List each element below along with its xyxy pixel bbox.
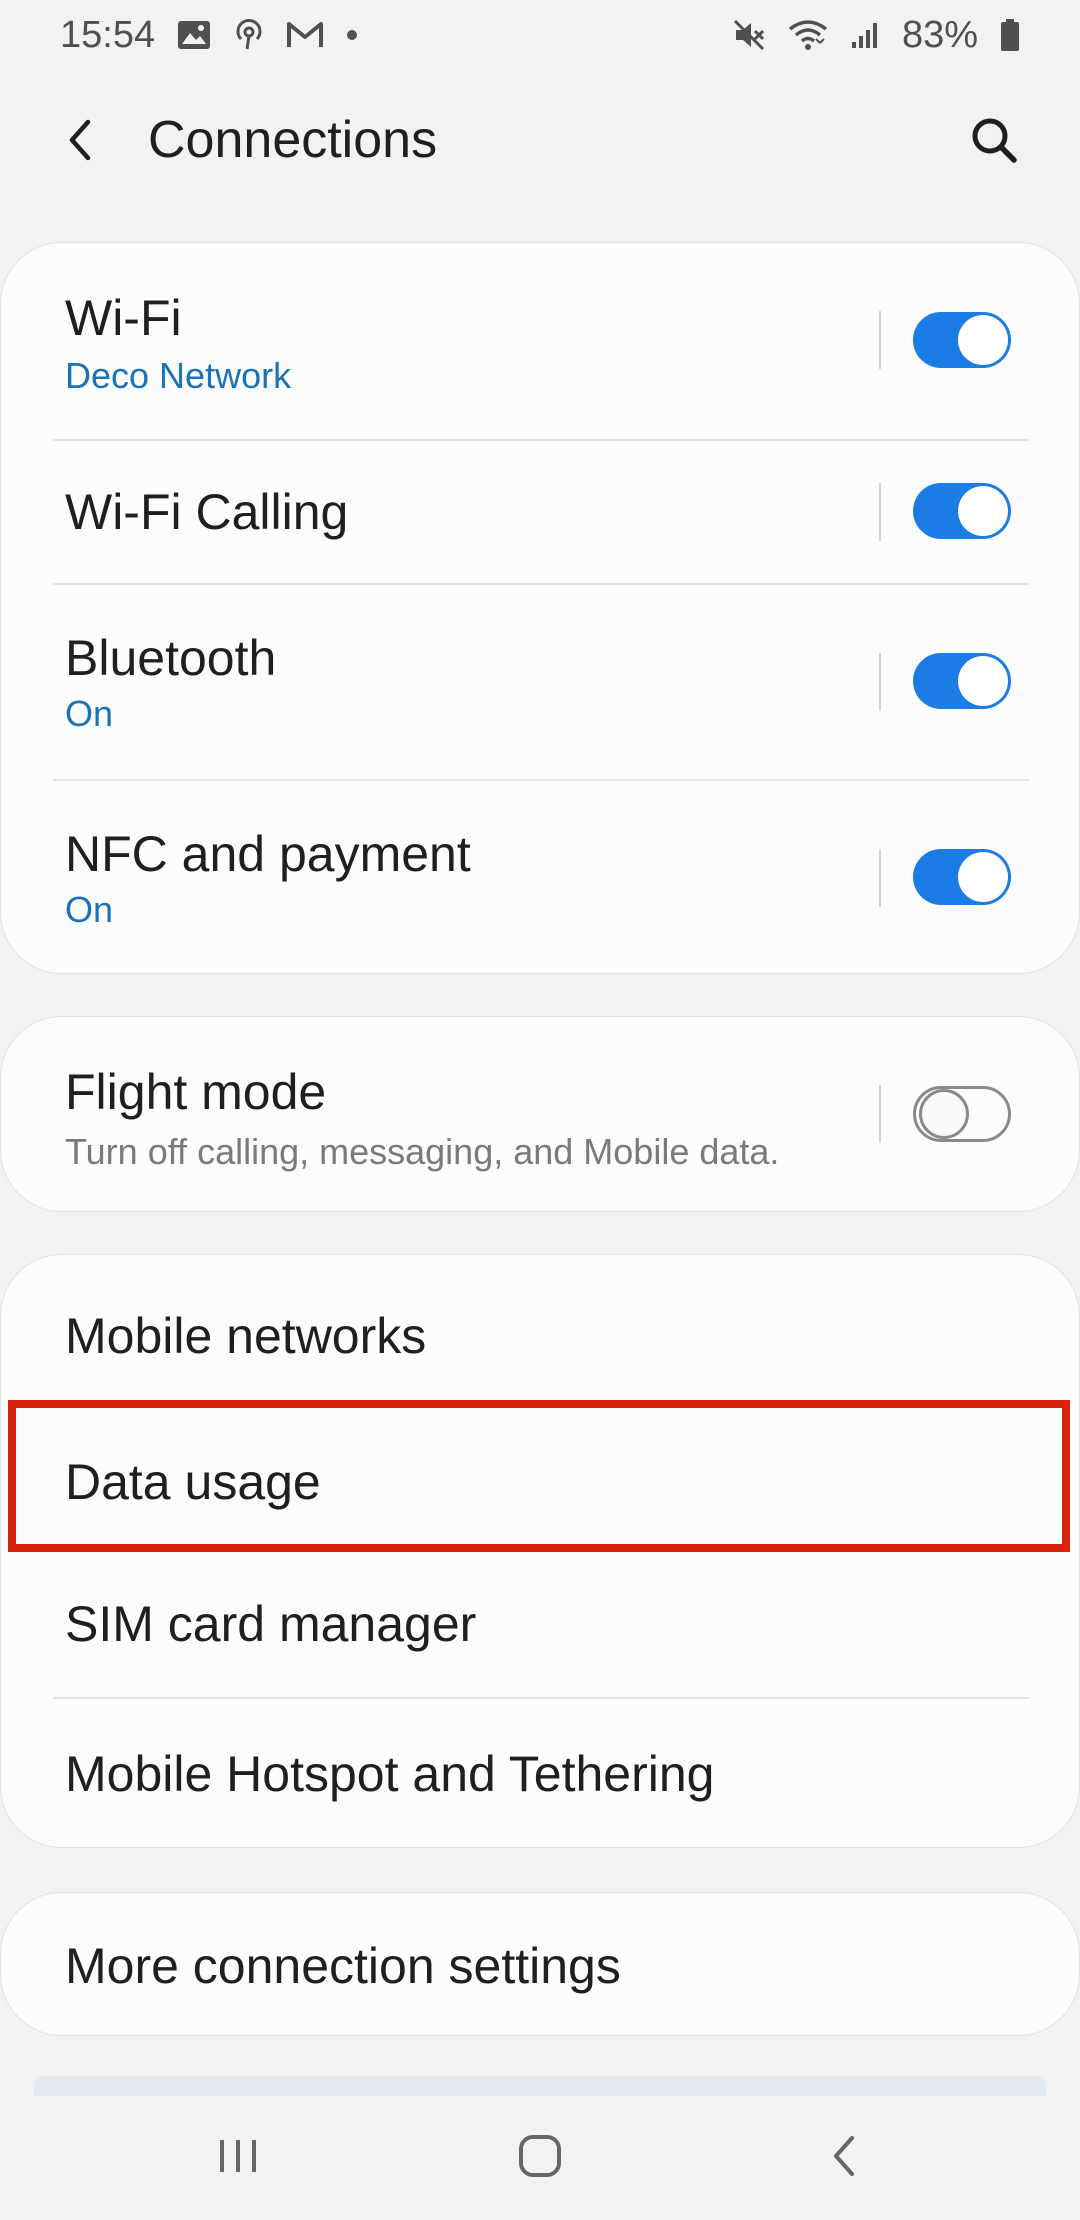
- bluetooth-row[interactable]: Bluetooth On: [1, 585, 1080, 779]
- wifi-calling-toggle-knob: [958, 486, 1008, 536]
- wifi-calling-separator: [879, 483, 881, 541]
- dot-icon: [345, 28, 359, 42]
- signal-icon: [850, 20, 880, 50]
- wifi-toggle[interactable]: [913, 312, 1011, 368]
- wifi-calling-title: Wi-Fi Calling: [65, 484, 349, 540]
- battery-icon: [1000, 18, 1020, 52]
- mobile-hotspot-title: Mobile Hotspot and Tethering: [65, 1746, 715, 1802]
- status-right: 83%: [732, 14, 1020, 57]
- highlight-annotation: [8, 1400, 1070, 1552]
- status-time: 15:54: [60, 13, 156, 56]
- bluetooth-subtitle: On: [65, 693, 114, 734]
- flight-mode-toggle[interactable]: [913, 1086, 1011, 1142]
- bluetooth-separator: [879, 653, 881, 711]
- podcast-icon: [233, 19, 265, 51]
- status-bar: 15:54 83%: [0, 0, 1080, 70]
- sim-card-manager-title: SIM card manager: [65, 1596, 477, 1652]
- page-title: Connections: [148, 111, 438, 169]
- connectivity-card: Wi-Fi Deco Network Wi-Fi Calling Bluetoo…: [0, 242, 1080, 974]
- back-arrow-icon[interactable]: [50, 108, 114, 172]
- wifi-calling-toggle[interactable]: [913, 483, 1011, 539]
- flight-mode-separator: [879, 1085, 881, 1143]
- flight-mode-card: Flight mode Turn off calling, messaging,…: [0, 1016, 1080, 1212]
- more-connection-settings-title: More connection settings: [65, 1938, 621, 1994]
- nfc-toggle[interactable]: [913, 849, 1011, 905]
- nfc-separator: [879, 849, 881, 907]
- mobile-networks-row[interactable]: Mobile networks: [1, 1255, 1080, 1405]
- flight-mode-toggle-knob: [919, 1089, 969, 1139]
- wifi-subtitle: Deco Network: [65, 355, 292, 396]
- next-card-edge: [34, 2076, 1046, 2096]
- mobile-networks-title: Mobile networks: [65, 1308, 427, 1364]
- search-icon[interactable]: [962, 108, 1026, 172]
- nfc-title: NFC and payment: [65, 826, 471, 882]
- more-settings-card: More connection settings: [0, 1892, 1080, 2036]
- more-connection-settings-row[interactable]: More connection settings: [1, 1893, 1080, 2037]
- recent-apps-icon[interactable]: [198, 2126, 278, 2186]
- sim-card-manager-row[interactable]: SIM card manager: [1, 1549, 1080, 1695]
- wifi-title: Wi-Fi: [65, 290, 182, 346]
- nfc-subtitle: On: [65, 889, 114, 930]
- bluetooth-toggle-knob: [958, 656, 1008, 706]
- wifi-row[interactable]: Wi-Fi Deco Network: [1, 243, 1080, 439]
- battery-percent: 83%: [901, 13, 978, 56]
- bluetooth-title: Bluetooth: [65, 630, 277, 686]
- gmail-icon: [287, 21, 324, 49]
- flight-mode-subtitle: Turn off calling, messaging, and Mobile …: [65, 1131, 780, 1172]
- back-icon[interactable]: [804, 2126, 884, 2186]
- wifi-icon: [788, 19, 828, 51]
- status-left: 15:54: [60, 14, 359, 57]
- mobile-hotspot-row[interactable]: Mobile Hotspot and Tethering: [1, 1699, 1080, 1849]
- nfc-toggle-knob: [958, 852, 1008, 902]
- app-header: Connections: [0, 90, 1080, 190]
- home-icon[interactable]: [500, 2126, 580, 2186]
- wifi-toggle-knob: [958, 315, 1008, 365]
- wifi-calling-row[interactable]: Wi-Fi Calling: [1, 441, 1080, 583]
- flight-mode-row[interactable]: Flight mode Turn off calling, messaging,…: [1, 1017, 1080, 1213]
- nfc-row[interactable]: NFC and payment On: [1, 781, 1080, 975]
- bluetooth-toggle[interactable]: [913, 653, 1011, 709]
- navigation-bar: [0, 2096, 1080, 2220]
- mute-icon: [732, 18, 766, 52]
- gallery-icon: [177, 20, 211, 50]
- flight-mode-title: Flight mode: [65, 1064, 327, 1120]
- wifi-separator: [879, 311, 881, 369]
